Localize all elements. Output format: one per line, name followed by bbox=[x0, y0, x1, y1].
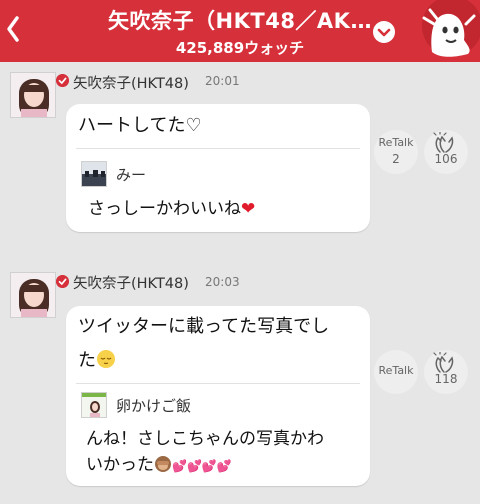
check-badge-icon bbox=[56, 275, 69, 288]
red-heart-icon: 💕 bbox=[186, 459, 202, 473]
quote-text-body: さっしーかわいいね bbox=[88, 199, 241, 219]
post-time: 20:03 bbox=[205, 275, 240, 289]
retalk-button[interactable]: ReTalk 2 bbox=[374, 130, 418, 174]
message-text: ツイッターに載ってた写真でし た bbox=[78, 310, 329, 378]
avatar-photo bbox=[11, 273, 55, 317]
message-bubble[interactable]: ハートしてた♡ みー さっしーかわいいね❤ bbox=[66, 104, 370, 232]
quote-avatar bbox=[81, 161, 107, 187]
quote-line-text: いかった bbox=[86, 455, 154, 475]
clap-hands-icon bbox=[433, 352, 454, 373]
author-name[interactable]: 矢吹奈子(HKT48) bbox=[73, 272, 189, 293]
author-name[interactable]: 矢吹奈子(HKT48) bbox=[73, 72, 189, 93]
message-text: ハートしてた♡ bbox=[78, 115, 202, 136]
message-line: た bbox=[78, 344, 329, 378]
clap-button[interactable]: 106 bbox=[424, 130, 468, 174]
message-bubble[interactable]: ツイッターに載ってた写真でし た 卵かけご飯 んね！さしこちゃんの写真かわ いか… bbox=[66, 306, 370, 486]
top-bar: 矢吹奈子（HKT48／AK… 425,889ウォッチ bbox=[0, 0, 480, 62]
ghost-mascot-icon[interactable] bbox=[412, 0, 480, 62]
red-heart-icon: ❤ bbox=[241, 199, 256, 219]
quote-line: んね！さしこちゃんの写真かわ bbox=[86, 429, 324, 449]
avatar-photo bbox=[11, 73, 55, 117]
clap-hands-icon bbox=[433, 132, 454, 153]
retalk-button[interactable]: ReTalk bbox=[374, 350, 418, 394]
message-line: ツイッターに載ってた写真でし bbox=[78, 316, 330, 337]
quote-avatar bbox=[81, 392, 107, 418]
quote-author-name: 卵かけご飯 bbox=[116, 397, 192, 415]
retalk-count: 2 bbox=[392, 152, 400, 166]
quote-text: んね！さしこちゃんの写真かわ いかった 💕💕💕💕 bbox=[86, 426, 324, 479]
red-heart-icon: 💕 bbox=[172, 459, 187, 473]
watch-count: 425,889ウォッチ bbox=[175, 39, 305, 57]
author-avatar[interactable] bbox=[10, 72, 56, 118]
page-title: 矢吹奈子（HKT48／AK… bbox=[108, 9, 372, 33]
quote-divider bbox=[76, 383, 360, 384]
see-no-evil-monkey-icon bbox=[155, 456, 171, 472]
check-badge-icon bbox=[56, 74, 69, 87]
chevron-down-icon bbox=[377, 28, 391, 37]
author-avatar[interactable] bbox=[10, 272, 56, 318]
red-heart-icon: 💕 bbox=[216, 459, 232, 473]
post-time: 20:01 bbox=[205, 74, 240, 88]
red-heart-icon: 💕 bbox=[201, 459, 217, 473]
quote-line: いかった 💕💕💕💕 bbox=[86, 452, 324, 479]
retalk-label: ReTalk bbox=[378, 364, 414, 377]
retalk-label: ReTalk bbox=[378, 136, 414, 149]
clap-button[interactable]: 118 bbox=[424, 350, 468, 394]
quote-text: さっしーかわいいね❤ bbox=[88, 196, 255, 222]
quote-divider bbox=[76, 148, 360, 149]
message-line-text: た bbox=[78, 350, 96, 371]
sleepy-face-icon bbox=[97, 350, 115, 368]
clap-count: 118 bbox=[434, 372, 458, 386]
clap-count: 106 bbox=[434, 152, 458, 166]
dropdown-button[interactable] bbox=[373, 21, 395, 43]
quote-author-name: みー bbox=[116, 166, 147, 184]
